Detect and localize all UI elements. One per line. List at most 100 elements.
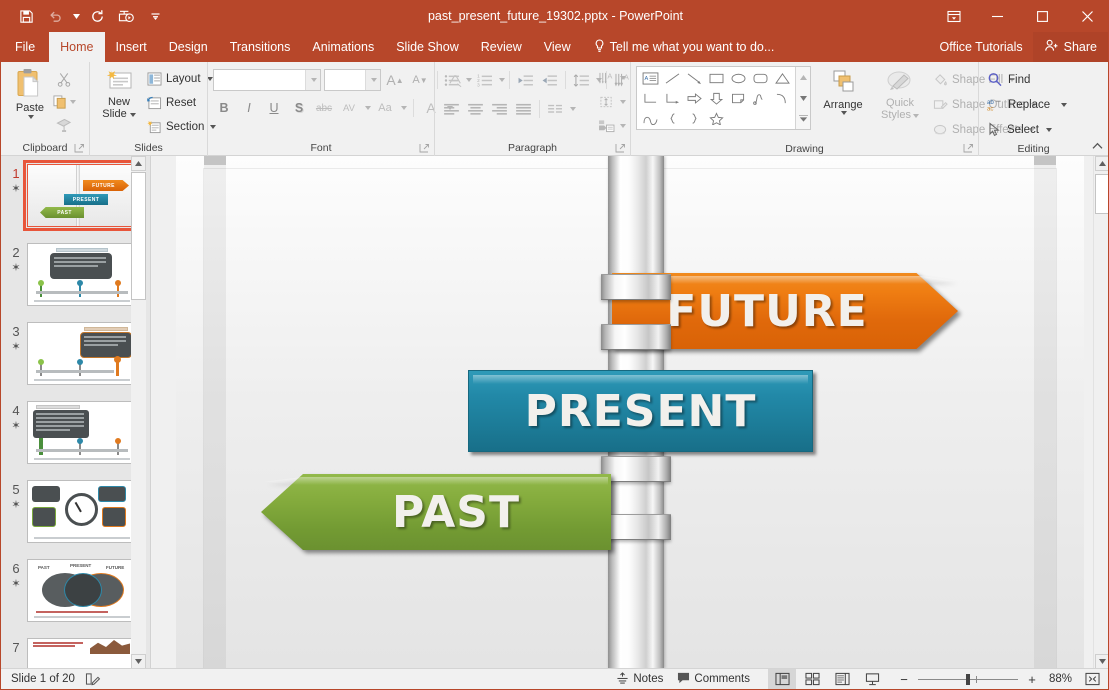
select-dropdown-icon[interactable] bbox=[1046, 128, 1052, 132]
zoom-slider-track[interactable] bbox=[918, 679, 1018, 680]
increase-indent-button[interactable] bbox=[538, 69, 561, 91]
thumbnail-2-image[interactable] bbox=[27, 243, 137, 306]
zoom-in-button[interactable]: + bbox=[1024, 670, 1040, 688]
slide-scroll-down-button[interactable] bbox=[1095, 654, 1109, 669]
triangle-shape-icon[interactable] bbox=[771, 68, 793, 88]
thumbnail-slide-5[interactable]: 5 ✶ bbox=[1, 474, 150, 543]
thumbnail-scrollbar[interactable] bbox=[131, 156, 146, 669]
select-button[interactable]: Select bbox=[984, 118, 1058, 141]
bullets-dropdown-icon[interactable] bbox=[466, 78, 472, 82]
thumbnail-3-image[interactable] bbox=[27, 322, 137, 385]
arrange-button[interactable]: Arrange bbox=[815, 66, 871, 117]
convert-to-smartart-dropdown-icon[interactable] bbox=[620, 124, 626, 128]
tab-home[interactable]: Home bbox=[49, 32, 104, 62]
thumbnail-4-image[interactable] bbox=[27, 401, 137, 464]
shapes-gallery-scrollbar[interactable] bbox=[795, 67, 810, 129]
change-case-button[interactable]: Aa bbox=[374, 97, 396, 119]
customize-qat-icon[interactable] bbox=[142, 3, 168, 29]
find-button[interactable]: Find bbox=[984, 68, 1036, 91]
numbering-button[interactable]: 123 bbox=[473, 69, 496, 91]
slide-canvas[interactable]: FUTURE PRESENT PAST bbox=[176, 156, 1084, 669]
copy-dropdown-icon[interactable] bbox=[70, 100, 76, 104]
tab-design[interactable]: Design bbox=[158, 32, 219, 62]
copy-icon[interactable] bbox=[51, 91, 77, 113]
save-icon[interactable] bbox=[13, 3, 39, 29]
paste-button[interactable]: Paste bbox=[9, 66, 51, 121]
tab-slide-show[interactable]: Slide Show bbox=[385, 32, 470, 62]
fit-slide-to-window-button[interactable] bbox=[1078, 669, 1106, 689]
restore-button[interactable] bbox=[1020, 0, 1065, 32]
thumbnail-6-image[interactable]: PAST PRESENT FUTURE bbox=[27, 559, 137, 622]
font-dialog-launcher[interactable] bbox=[419, 143, 430, 154]
rectangle-shape-icon[interactable] bbox=[705, 68, 727, 88]
thumbnail-slide-2[interactable]: 2 ✶ bbox=[1, 237, 150, 306]
curve-shape-icon[interactable] bbox=[639, 108, 661, 128]
italic-button[interactable]: I bbox=[238, 97, 260, 119]
tab-insert[interactable]: Insert bbox=[105, 32, 158, 62]
thumbnail-slide-3[interactable]: 3 ✶ bbox=[1, 316, 150, 385]
tab-view[interactable]: View bbox=[533, 32, 582, 62]
align-center-button[interactable] bbox=[464, 98, 487, 120]
quick-styles-dropdown-icon[interactable] bbox=[913, 114, 919, 118]
shapes-scroll-down-icon[interactable] bbox=[796, 88, 810, 109]
increase-font-size-button[interactable]: A▲ bbox=[384, 69, 406, 91]
comments-button[interactable]: Comments bbox=[671, 669, 756, 689]
arrange-dropdown-icon[interactable] bbox=[841, 111, 847, 115]
close-button[interactable] bbox=[1065, 0, 1109, 32]
thumbnail-slide-7[interactable]: 7 bbox=[1, 632, 150, 669]
slide-thumbnail-pane[interactable]: 1 ✶ FUTURE PRESENT PAST 2 ✶ bbox=[1, 156, 151, 669]
shapes-scroll-up-icon[interactable] bbox=[796, 67, 810, 88]
zoom-slider[interactable] bbox=[918, 679, 1018, 680]
bullets-button[interactable] bbox=[440, 69, 463, 91]
arrow-line-shape-icon[interactable] bbox=[683, 68, 705, 88]
right-brace-shape-icon[interactable] bbox=[683, 108, 705, 128]
zoom-out-button[interactable]: − bbox=[896, 670, 912, 688]
undo-dropdown-icon[interactable] bbox=[71, 3, 81, 29]
replace-dropdown-icon[interactable] bbox=[1061, 103, 1067, 107]
folded-corner-shape-icon[interactable] bbox=[727, 88, 749, 108]
new-slide-button[interactable]: NewSlide bbox=[95, 66, 143, 122]
drawing-dialog-launcher[interactable] bbox=[963, 143, 974, 154]
quick-styles-button[interactable]: QuickStyles bbox=[875, 66, 925, 123]
font-size-dropdown-icon[interactable] bbox=[365, 70, 380, 90]
right-arrow-shape-icon[interactable] bbox=[683, 88, 705, 108]
past-sign[interactable]: PAST bbox=[261, 474, 611, 550]
start-presentation-icon[interactable] bbox=[113, 3, 139, 29]
minimize-button[interactable] bbox=[975, 0, 1020, 32]
character-spacing-button[interactable]: AV bbox=[338, 97, 360, 119]
columns-button[interactable] bbox=[544, 98, 567, 120]
thumbnail-7-image[interactable] bbox=[27, 638, 137, 669]
thumbnail-1-image[interactable]: FUTURE PRESENT PAST bbox=[27, 164, 137, 227]
elbow-connector-shape-icon[interactable] bbox=[639, 88, 661, 108]
oval-shape-icon[interactable] bbox=[727, 68, 749, 88]
scribble-shape-icon[interactable] bbox=[749, 88, 771, 108]
slide-show-button[interactable] bbox=[858, 669, 886, 689]
change-case-dropdown-icon[interactable] bbox=[401, 106, 407, 110]
rounded-rectangle-shape-icon[interactable] bbox=[749, 68, 771, 88]
line-spacing-button[interactable] bbox=[570, 69, 593, 91]
star-shape-icon[interactable] bbox=[705, 108, 727, 128]
character-spacing-dropdown-icon[interactable] bbox=[365, 106, 371, 110]
slide-sorter-view-button[interactable] bbox=[798, 669, 826, 689]
tab-animations[interactable]: Animations bbox=[301, 32, 385, 62]
zoom-slider-handle[interactable] bbox=[966, 674, 970, 685]
zoom-level-label[interactable]: 88% bbox=[1042, 673, 1076, 685]
format-painter-icon[interactable] bbox=[51, 114, 77, 136]
vertical-align-button[interactable] bbox=[595, 91, 618, 113]
notes-page-icon[interactable] bbox=[85, 672, 101, 686]
thumbnail-scroll-down-button[interactable] bbox=[131, 654, 146, 669]
share-button[interactable]: Share bbox=[1033, 32, 1109, 62]
tab-transitions[interactable]: Transitions bbox=[219, 32, 302, 62]
justify-button[interactable] bbox=[512, 98, 535, 120]
new-slide-dropdown-icon[interactable] bbox=[130, 113, 136, 117]
cut-icon[interactable] bbox=[51, 68, 77, 90]
vertical-align-dropdown-icon[interactable] bbox=[620, 100, 626, 104]
thumbnail-scrollbar-thumb[interactable] bbox=[131, 172, 146, 300]
columns-dropdown-icon[interactable] bbox=[570, 107, 576, 111]
elbow-arrow-connector-shape-icon[interactable] bbox=[661, 88, 683, 108]
tell-me-search[interactable]: Tell me what you want to do... bbox=[582, 32, 775, 62]
align-left-button[interactable] bbox=[440, 98, 463, 120]
strikethrough-button[interactable]: abc bbox=[313, 97, 335, 119]
undo-icon[interactable] bbox=[42, 3, 68, 29]
align-text-button[interactable]: A bbox=[595, 67, 618, 89]
